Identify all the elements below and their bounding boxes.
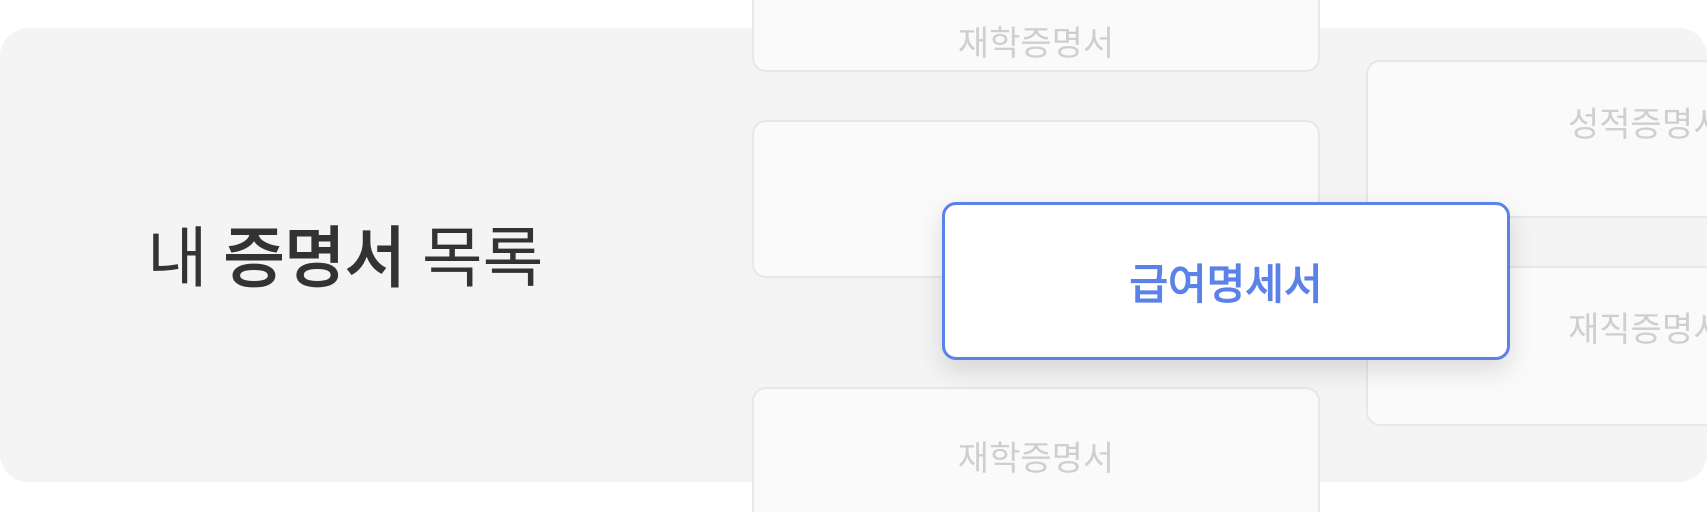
title-prefix: 내 xyxy=(147,220,208,297)
certificate-card-enrollment-top[interactable]: 재학증명서 xyxy=(752,0,1320,72)
certificate-card-enrollment-bottom[interactable]: 재학증명서 xyxy=(752,387,1320,512)
certificate-card-label: 재학증명서 xyxy=(957,23,1115,64)
certificate-card-transcript-right[interactable]: 성적증명서 xyxy=(1366,60,1707,218)
certificate-list-banner: 내 증명서 목록 재학증명서 성적증명서 재학증명서 성적증명서 재직증명서 급… xyxy=(0,0,1707,512)
certificate-card-label: 급여명세서 xyxy=(1129,259,1323,309)
certificate-card-label: 재학증명서 xyxy=(957,438,1115,479)
certificate-card-label: 재직증명서 xyxy=(1568,309,1707,350)
certificate-card-payslip-selected[interactable]: 급여명세서 xyxy=(942,202,1510,360)
certificate-card-label: 성적증명서 xyxy=(1568,104,1707,145)
title-suffix: 목록 xyxy=(421,220,544,297)
page-title: 내 증명서 목록 xyxy=(147,214,543,304)
title-emphasis: 증명서 xyxy=(223,220,406,297)
